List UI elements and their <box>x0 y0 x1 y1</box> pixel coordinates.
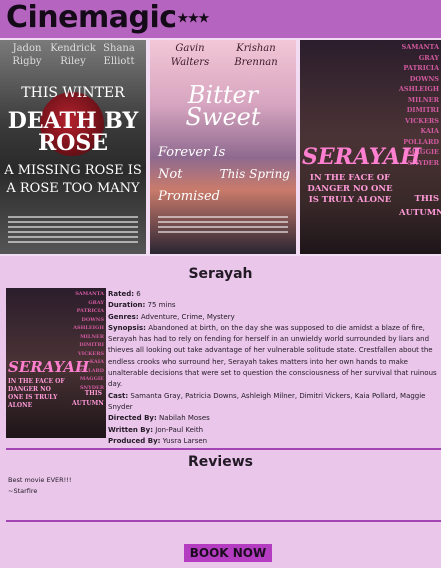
detail-genres: Genres: Adventure, Crime, Mystery <box>108 312 235 321</box>
detail-duration: Duration: 75 mins <box>108 301 176 310</box>
poster-title: SERAYAH <box>8 358 90 376</box>
detail-cast: Cast: Samanta Gray, Patricia Downs, Ashl… <box>108 391 426 411</box>
poster-serayah[interactable]: SAMANTA GRAY PATRICIA DOWNS ASHLEIGH MILNER DI… <box>300 40 441 254</box>
poster-tagline: THIS WINTER <box>21 85 125 101</box>
poster-tagline: IN THE FACE OF DANGER NO ONE IS TRULY AL… <box>8 378 65 409</box>
detail-synopsis: Synopsis: Abandoned at birth, on the day… <box>108 323 437 389</box>
movie-details: Rated: 6 Duration: 75 mins Genres: Adven… <box>108 289 441 447</box>
poster-cast: Jadon Kendrick Shana Rigby Riley Elliott <box>12 43 135 67</box>
detail-directed-by: Directed By: Nabilah Moses <box>108 414 210 423</box>
poster-carousel[interactable]: Jadon Kendrick Shana Rigby Riley Elliott THIS… <box>0 38 441 256</box>
section-divider <box>6 448 441 450</box>
poster-credits-line <box>8 216 138 218</box>
poster-bitter-sweet[interactable]: Gavin Krishan Walters Brennan Bitter Sweet … <box>150 40 296 254</box>
review-text: Best movie EVER!!! <box>8 476 72 484</box>
movie-poster-thumbnail: SAMANTA GRAY PATRICIA DOWNS ASHLEIGH MILNER DI… <box>6 288 106 438</box>
poster-release: THIS AUTUMN <box>399 194 441 218</box>
poster-title: SERAYAH <box>302 144 422 170</box>
poster-credits-line <box>158 231 288 233</box>
poster-credits-line <box>158 226 288 228</box>
poster-credits-line <box>8 236 138 238</box>
poster-credits-line <box>8 226 138 228</box>
reviews-heading: Reviews <box>188 454 253 470</box>
poster-tagline: IN THE FACE OF DANGER NO ONE IS TRULY AL… <box>307 173 393 205</box>
poster-title: Bitter Sweet <box>185 81 261 131</box>
poster-death-by-rose[interactable]: Jadon Kendrick Shana Rigby Riley Elliott THIS… <box>0 40 146 254</box>
book-now-button[interactable]: BOOK NOW <box>184 544 272 562</box>
poster-credits-line <box>8 221 138 223</box>
detail-produced-by: Produced By: Yusra Larsen <box>108 436 208 445</box>
poster-title: DEATH BY ROSE <box>7 108 139 156</box>
poster-cast: SAMANTA GRAY PATRICIA DOWNS ASHLEIGH MILNER DI… <box>73 291 104 391</box>
movie-title: Serayah <box>188 266 253 282</box>
review-author: ~Starfire <box>8 486 38 495</box>
poster-credits-line <box>158 216 288 218</box>
section-divider <box>6 520 441 522</box>
poster-credits-line <box>8 231 138 233</box>
site-logo[interactable]: Cinemagic★★★ <box>6 0 211 37</box>
logo-text: Cinemagic <box>6 0 177 35</box>
site-header: Cinemagic★★★ <box>0 0 441 38</box>
detail-rated: Rated: 6 <box>108 290 141 298</box>
detail-written-by: Written By: Jon-Paul Keith <box>108 425 204 434</box>
poster-release: THIS AUTUMN <box>72 390 104 407</box>
review-item: Best movie EVER!!! ~Starfire <box>8 475 71 496</box>
poster-release: This Spring <box>219 167 290 181</box>
poster-tagline-bottom: A MISSING ROSE IS A ROSE TOO MANY <box>4 163 142 196</box>
poster-cast: Gavin Krishan Walters Brennan <box>170 43 278 68</box>
poster-credits-line <box>158 221 288 223</box>
poster-tagline: Forever Is Not Promised <box>158 145 226 204</box>
logo-stars: ★★★ <box>176 10 211 27</box>
poster-credits-line <box>8 241 138 243</box>
